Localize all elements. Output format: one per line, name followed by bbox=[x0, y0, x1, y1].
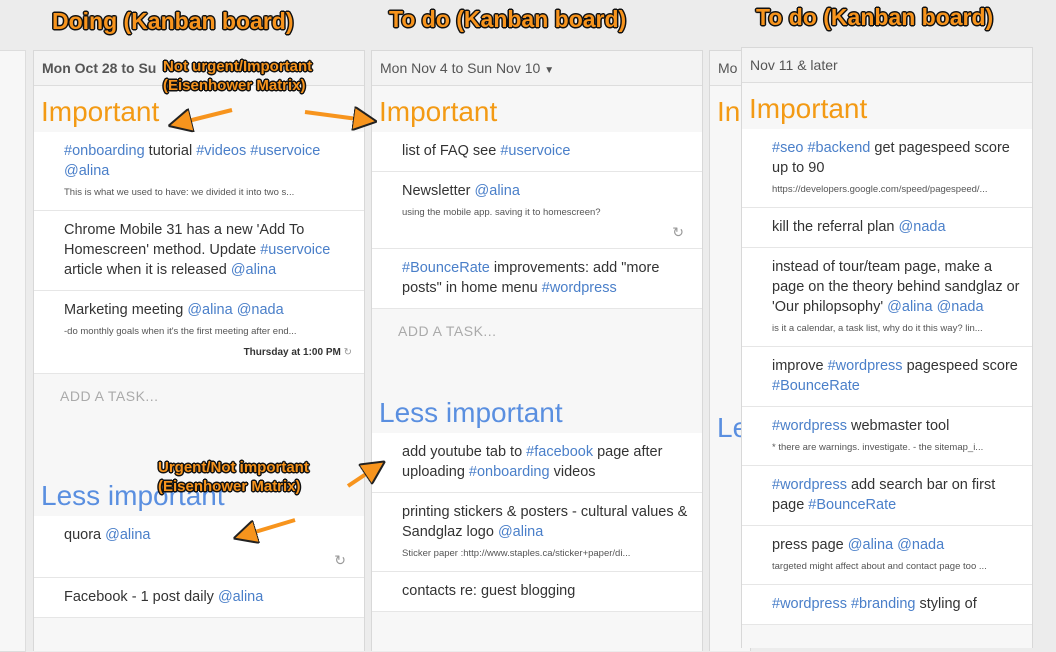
arrow-to-col1-less bbox=[245, 518, 296, 535]
arrow-to-col2-important bbox=[304, 112, 365, 120]
annotation-arrows bbox=[0, 0, 1056, 645]
arrow-to-col2-less bbox=[346, 468, 375, 488]
arrow-to-col1-important bbox=[180, 108, 233, 123]
